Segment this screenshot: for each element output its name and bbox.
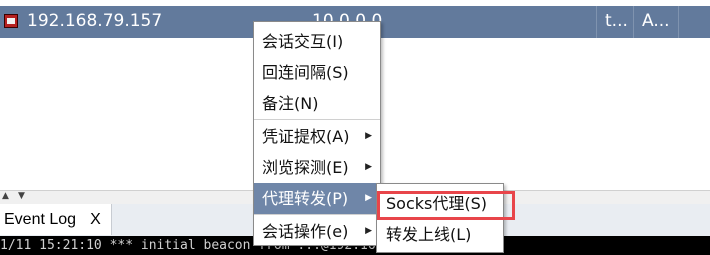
expand-up-icon[interactable]: ▲ — [2, 191, 9, 201]
menu-item-label: 回连间隔(S) — [262, 63, 349, 82]
session-column-t: t... — [605, 11, 628, 31]
column-separator[interactable] — [633, 6, 634, 38]
menu-item-label: 备注(N) — [262, 94, 319, 113]
expand-down-icon[interactable]: ▼ — [18, 191, 25, 201]
menu-item-pivoting[interactable]: 代理转发(P) ▶ — [254, 183, 380, 214]
menu-item-session[interactable]: 会话操作(e) ▶ — [254, 216, 380, 247]
submenu-arrow-icon: ▶ — [365, 193, 372, 203]
menu-item-label: 代理转发(P) — [262, 189, 349, 208]
tab-close-button[interactable]: X — [90, 211, 101, 228]
beacon-icon — [4, 14, 18, 28]
submenu-item-listener[interactable]: 转发上线(L) — [377, 219, 503, 250]
menu-item-note[interactable]: 备注(N) — [254, 88, 380, 119]
tab-event-log-label: Event Log — [4, 211, 77, 228]
session-column-a: A... — [642, 11, 670, 31]
tab-event-log[interactable]: Event Log X — [0, 204, 112, 235]
menu-item-interact[interactable]: 会话交互(I) — [254, 26, 380, 57]
submenu-arrow-icon: ▶ — [365, 162, 372, 172]
menu-item-access[interactable]: 凭证提权(A) ▶ — [254, 121, 380, 152]
session-context-menu: 会话交互(I) 回连间隔(S) 备注(N) 凭证提权(A) ▶ 浏览探测(E) … — [253, 21, 381, 246]
submenu-arrow-icon: ▶ — [365, 131, 372, 141]
menu-item-label: 会话交互(I) — [262, 32, 344, 51]
menu-item-label: 凭证提权(A) — [262, 127, 350, 146]
submenu-arrow-icon: ▶ — [365, 226, 372, 236]
menu-item-explore[interactable]: 浏览探测(E) ▶ — [254, 152, 380, 183]
menu-item-label: 会话操作(e) — [262, 222, 349, 241]
submenu-item-label: 转发上线(L) — [386, 225, 472, 244]
menu-separator — [254, 119, 380, 120]
annotation-highlight-box — [377, 191, 515, 220]
menu-separator — [254, 214, 380, 215]
column-separator[interactable] — [678, 6, 679, 38]
session-ip: 192.168.79.157 — [27, 11, 163, 31]
column-separator[interactable] — [596, 6, 597, 38]
menu-item-label: 浏览探测(E) — [262, 158, 349, 177]
menu-item-sleep[interactable]: 回连间隔(S) — [254, 57, 380, 88]
